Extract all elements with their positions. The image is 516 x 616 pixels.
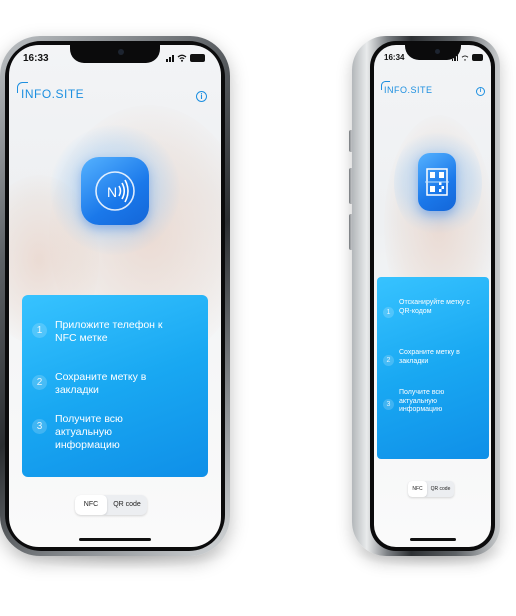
phone-front: 16:33 INFO.SITE i N 1 Приложите телефон … bbox=[0, 36, 230, 556]
phone-angled: 16:34 INFO.SITE i 1 Отсканируйте метку с… bbox=[352, 36, 500, 556]
app-logo-text: INFO.SITE bbox=[21, 87, 85, 101]
step-text: Получите всю актуальную информацию bbox=[55, 413, 123, 451]
step-text: Приложите телефон к NFC метке bbox=[55, 319, 163, 344]
phone-front-screen: 16:33 INFO.SITE i N 1 Приложите телефон … bbox=[9, 45, 221, 547]
status-time: 16:34 bbox=[384, 53, 405, 62]
battery-icon bbox=[472, 54, 483, 61]
step-text: Получите всю актуальную информацию bbox=[399, 389, 445, 414]
battery-icon bbox=[190, 54, 205, 62]
step-number: 1 bbox=[383, 307, 394, 318]
tab-nfc[interactable]: NFC bbox=[408, 481, 427, 497]
tab-qr-code[interactable]: QR code bbox=[427, 481, 454, 497]
step-text: Отсканируйте метку с QR-кодом bbox=[399, 299, 470, 315]
step-number: 1 bbox=[32, 323, 47, 338]
notch bbox=[70, 45, 160, 63]
nfc-icon: N bbox=[95, 171, 135, 211]
camera-icon bbox=[118, 49, 124, 55]
step-text: Сохраните метку в закладки bbox=[399, 349, 460, 365]
home-indicator bbox=[410, 538, 456, 541]
tab-qr-code[interactable]: QR code bbox=[107, 495, 147, 515]
app-logo-text: INFO.SITE bbox=[384, 85, 433, 95]
mode-switch: NFC QR code bbox=[408, 481, 454, 497]
status-time: 16:33 bbox=[23, 53, 49, 64]
steps-card: 1 Отсканируйте метку с QR-кодом 2 Сохран… bbox=[377, 277, 489, 459]
step-text: Сохраните метку в закладки bbox=[55, 371, 147, 396]
steps-card: 1 Приложите телефон к NFC метке 2 Сохран… bbox=[22, 295, 208, 477]
mode-switch: NFC QR code bbox=[75, 495, 147, 515]
step-2: 2 Сохраните метку в закладки bbox=[383, 349, 469, 366]
step-1: 1 Отсканируйте метку с QR-кодом bbox=[383, 299, 483, 318]
step-number: 3 bbox=[32, 419, 47, 434]
info-button[interactable]: i bbox=[196, 91, 207, 102]
signal-icon bbox=[166, 54, 174, 62]
app-logo: INFO.SITE bbox=[381, 81, 433, 95]
qr-app-icon bbox=[418, 153, 456, 211]
notch bbox=[404, 45, 461, 60]
step-number: 2 bbox=[383, 355, 394, 366]
nfc-app-icon: N bbox=[81, 157, 149, 225]
step-2: 2 Сохраните метку в закладки bbox=[32, 371, 165, 397]
qr-code-icon bbox=[425, 168, 449, 196]
step-number: 3 bbox=[383, 399, 394, 410]
phone-angled-screen: 16:34 INFO.SITE i 1 Отсканируйте метку с… bbox=[374, 45, 491, 547]
wifi-icon bbox=[177, 54, 187, 62]
step-3: 3 Получите всю актуальную информацию bbox=[32, 413, 145, 451]
logo-signal-arc bbox=[381, 81, 390, 90]
svg-text:N: N bbox=[107, 184, 117, 200]
app-logo: INFO.SITE bbox=[17, 82, 85, 101]
home-indicator bbox=[79, 538, 151, 541]
status-icons bbox=[166, 54, 205, 62]
step-number: 2 bbox=[32, 375, 47, 390]
step-3: 3 Получите всю актуальную информацию bbox=[383, 389, 463, 415]
step-1: 1 Приложите телефон к NFC метке bbox=[32, 319, 175, 345]
tab-nfc[interactable]: NFC bbox=[75, 495, 107, 515]
camera-icon bbox=[434, 49, 440, 54]
wifi-icon bbox=[461, 54, 469, 61]
info-button[interactable]: i bbox=[476, 87, 485, 96]
logo-signal-arc bbox=[17, 82, 28, 93]
